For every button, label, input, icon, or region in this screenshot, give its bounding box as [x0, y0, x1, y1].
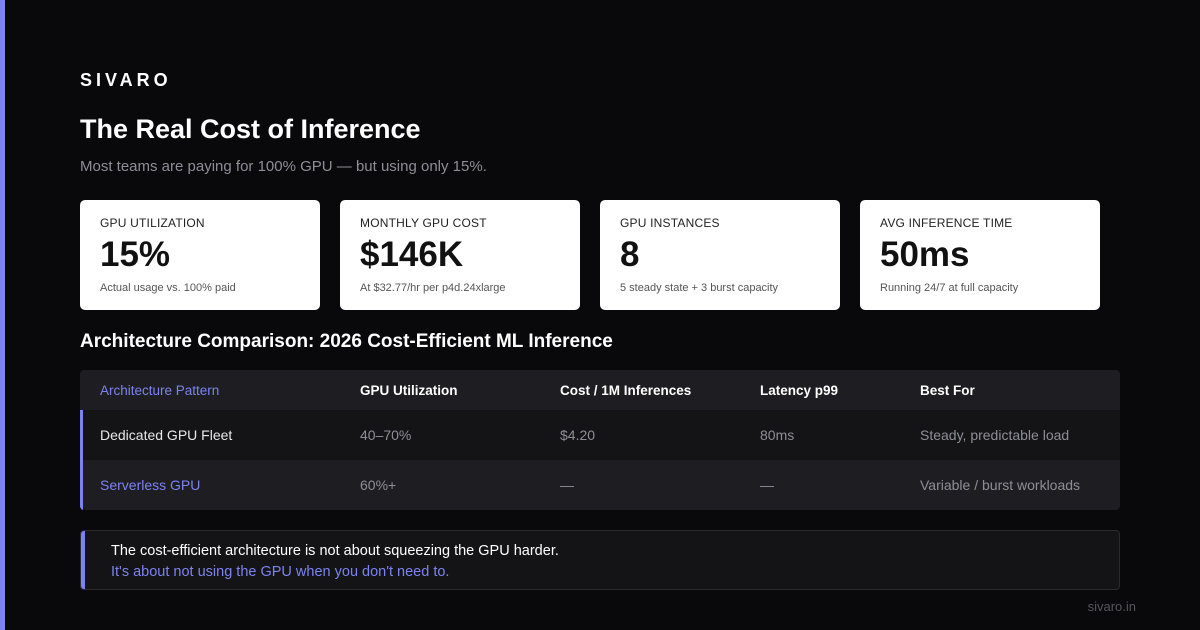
stat-card-note: Actual usage vs. 100% paid [100, 282, 236, 294]
table-cell-best-for: Variable / burst workloads [920, 477, 1081, 493]
stat-card-label: Monthly GPU Cost [360, 216, 487, 230]
callout-highlight: It's about not using the GPU when you do… [111, 564, 450, 580]
stat-card-monthly-gpu-cost: Monthly GPU Cost $146K At $32.77/hr per … [340, 200, 580, 310]
column-header-gpu-utilization: GPU Utilization [360, 382, 458, 398]
table-cell-best-for: Steady, predictable load [920, 427, 1070, 443]
table-cell-architecture: Dedicated GPU Fleet [100, 427, 233, 443]
table-cell-cost: — [560, 477, 574, 493]
table-cell-cost: $4.20 [560, 427, 596, 443]
table-cell-latency: — [760, 477, 774, 493]
stat-card-label: GPU Instances [620, 216, 720, 230]
stat-card-note: 5 steady state + 3 burst capacity [620, 282, 779, 294]
stat-card-gpu-instances: GPU Instances 8 5 steady state + 3 burst… [600, 200, 840, 310]
table-cell-architecture: Serverless GPU [100, 477, 201, 493]
stat-card-gpu-utilization: GPU Utilization 15% Actual usage vs. 100… [80, 200, 320, 310]
stat-card-label: Avg Inference Time [880, 216, 1013, 230]
left-accent-bar [0, 0, 5, 630]
stat-card-value: $146K [360, 235, 464, 274]
column-header-latency-p99: Latency p99 [760, 382, 839, 398]
column-header-cost-per-1m: Cost / 1M Inferences [560, 382, 692, 398]
stat-card-avg-inference-time: Avg Inference Time 50ms Running 24/7 at … [860, 200, 1100, 310]
column-header-architecture-pattern: Architecture Pattern [100, 382, 220, 398]
table-row: Serverless GPU 60%+ — — Variable / burst… [80, 460, 1120, 510]
footer-domain: sivaro.in [1087, 599, 1136, 614]
stat-cards: GPU Utilization 15% Actual usage vs. 100… [80, 200, 1100, 310]
stat-card-note: Running 24/7 at full capacity [880, 282, 1019, 294]
table-cell-gpu-utilization: 60%+ [360, 477, 397, 493]
table-cell-latency: 80ms [760, 427, 795, 443]
brand-logo: SIVARO [80, 70, 172, 90]
callout-box: The cost-efficient architecture is not a… [80, 530, 1120, 590]
stat-card-value: 50ms [880, 235, 970, 274]
stat-card-note: At $32.77/hr per p4d.24xlarge [360, 282, 506, 294]
column-header-best-for: Best For [920, 382, 975, 398]
stat-card-label: GPU Utilization [100, 216, 205, 230]
table-cell-gpu-utilization: 40–70% [360, 427, 412, 443]
table-row: Dedicated GPU Fleet 40–70% $4.20 80ms St… [80, 410, 1120, 460]
stat-card-value: 15% [100, 235, 171, 274]
page-title: The Real Cost of Inference [80, 114, 421, 144]
page-subtitle: Most teams are paying for 100% GPU — but… [80, 158, 487, 175]
stat-card-value: 8 [620, 235, 640, 274]
comparison-table: Architecture Pattern GPU Utilization Cos… [80, 370, 1120, 510]
callout-statement: The cost-efficient architecture is not a… [111, 543, 559, 559]
table-header-row: Architecture Pattern GPU Utilization Cos… [80, 370, 1120, 410]
section-title: Architecture Comparison: 2026 Cost-Effic… [80, 331, 613, 352]
